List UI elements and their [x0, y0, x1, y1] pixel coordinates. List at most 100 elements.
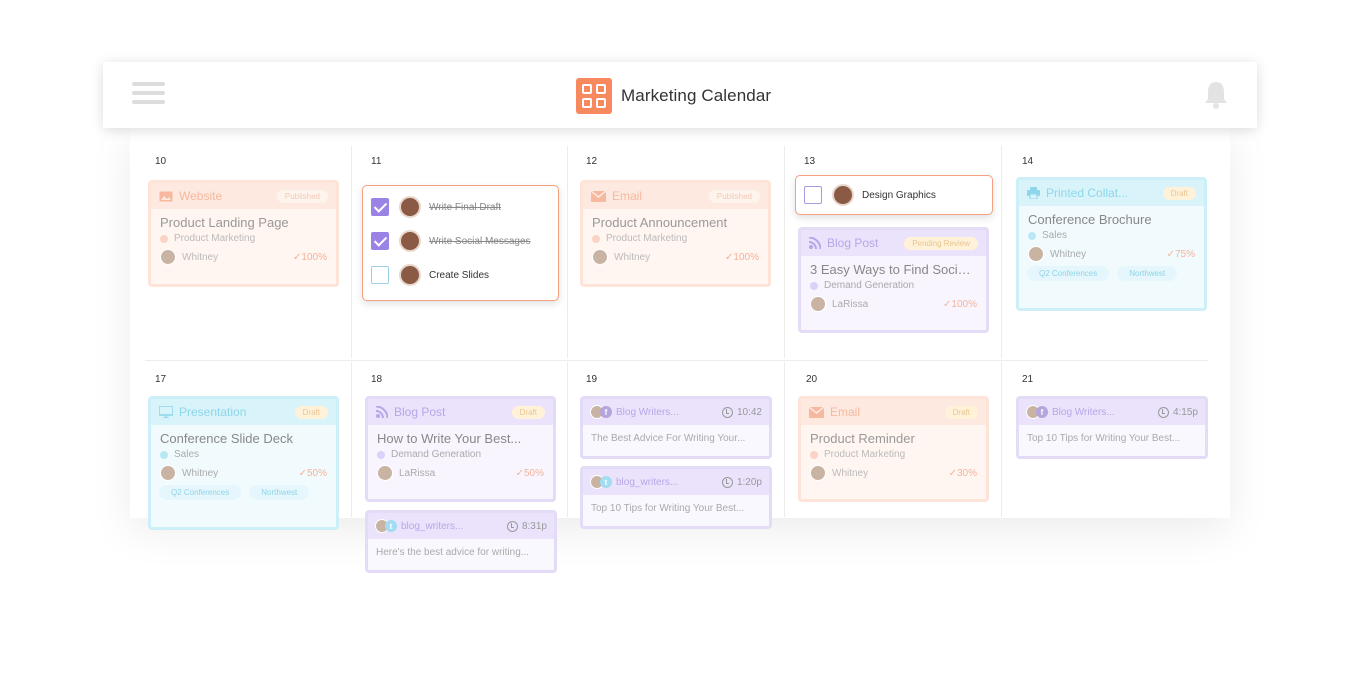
task-item[interactable]: Design Graphics	[796, 178, 992, 212]
day-number: 19	[586, 374, 598, 385]
status-badge: Draft	[1162, 186, 1196, 200]
avatar	[592, 249, 608, 265]
post-header: f Blog Writers... 10:42	[583, 399, 769, 425]
card-type: Printed Collat...	[1046, 186, 1129, 200]
day-number: 14	[1022, 156, 1034, 167]
progress-label: ✓30%	[948, 467, 977, 479]
post-text: Here's the best advice for writing...	[376, 547, 530, 558]
checkbox-unchecked[interactable]	[371, 266, 389, 284]
task-label: Write Social Messages	[429, 235, 531, 247]
post-header: t blog_writers... 1:20p	[583, 469, 769, 495]
owner-name: Whitney	[182, 467, 219, 479]
calendar-card-blog-post[interactable]: Blog Post Draft How to Write Your Best..…	[365, 396, 556, 502]
card-type: Email	[612, 189, 643, 203]
column-divider	[351, 362, 352, 517]
task-item[interactable]: Write Social Messages	[363, 224, 558, 258]
card-header: Blog Post Pending Review	[801, 230, 986, 256]
tag[interactable]: Northwest	[1117, 266, 1178, 281]
printer-icon	[1027, 187, 1040, 199]
post-header: t blog_writers... 8:31p	[368, 513, 554, 539]
card-team: Product Marketing	[160, 233, 327, 244]
checkbox-unchecked[interactable]	[804, 186, 822, 204]
avatar	[832, 184, 854, 206]
card-owner-row: Whitney ✓100%	[592, 249, 759, 265]
progress-label: ✓75%	[1166, 248, 1195, 260]
twitter-icon: t	[600, 476, 612, 488]
social-post-card[interactable]: f Blog Writers... 4:15p Top 10 Tips for …	[1016, 396, 1208, 459]
calendar-card-blog-post[interactable]: Blog Post Pending Review 3 Easy Ways to …	[798, 227, 989, 333]
task-label: Design Graphics	[862, 189, 936, 201]
task-list-card: Write Final Draft Write Social Messages …	[362, 185, 559, 301]
post-account: blog_writers...	[616, 476, 679, 488]
social-post-card[interactable]: t blog_writers... 8:31p Here's the best …	[365, 510, 557, 573]
calendar-card-email[interactable]: Email Draft Product Reminder Product Mar…	[798, 396, 989, 502]
team-dot-icon	[160, 234, 168, 243]
page-title: Marketing Calendar	[621, 86, 772, 105]
card-type: Presentation	[179, 405, 247, 419]
social-post-card[interactable]: t blog_writers... 1:20p Top 10 Tips for …	[580, 466, 772, 529]
task-list-card: Design Graphics	[795, 175, 993, 215]
card-team: Sales	[1028, 230, 1195, 241]
post-account: blog_writers...	[401, 520, 464, 532]
progress-label: ✓50%	[298, 467, 327, 479]
status-badge: Published	[276, 189, 328, 203]
calendar-card-email[interactable]: Email Published Product Announcement Pro…	[580, 180, 771, 287]
day-number: 10	[155, 156, 167, 167]
calendar-card-presentation[interactable]: Presentation Draft Conference Slide Deck…	[148, 396, 339, 530]
avatar	[810, 465, 826, 481]
avatar	[160, 249, 176, 265]
card-header: Email Draft	[801, 399, 986, 425]
calendar-card-website[interactable]: Website Published Product Landing Page P…	[148, 180, 339, 287]
progress-label: ✓100%	[725, 251, 759, 263]
day-number: 13	[804, 156, 816, 167]
avatar	[810, 296, 826, 312]
twitter-icon: t	[385, 520, 397, 532]
team-label: Sales	[1042, 230, 1068, 241]
card-team: Demand Generation	[377, 449, 544, 460]
day-number: 17	[155, 374, 167, 385]
owner-name: Whitney	[832, 467, 869, 479]
card-header: Printed Collat... Draft	[1019, 180, 1204, 206]
card-header: Email Published	[583, 183, 768, 209]
clock-icon	[1157, 406, 1169, 418]
team-dot-icon	[377, 450, 385, 459]
card-header: Website Published	[151, 183, 336, 209]
card-team: Product Marketing	[592, 233, 759, 244]
social-post-card[interactable]: f Blog Writers... 10:42 The Best Advice …	[580, 396, 772, 459]
post-time: 10:42	[736, 406, 762, 418]
row-divider	[145, 360, 1208, 361]
card-type: Blog Post	[394, 405, 446, 419]
status-badge: Pending Review	[904, 236, 978, 250]
card-title: Conference Slide Deck	[160, 431, 293, 446]
task-item[interactable]: Write Final Draft	[363, 190, 558, 224]
card-title: Conference Brochure	[1028, 212, 1152, 227]
hamburger-icon[interactable]	[132, 82, 165, 108]
day-number: 20	[806, 374, 818, 385]
day-number: 12	[586, 156, 598, 167]
team-dot-icon	[1028, 231, 1036, 240]
facebook-icon: f	[600, 406, 612, 418]
tag[interactable]: Q2 Conferences	[159, 485, 242, 500]
tag[interactable]: Northwest	[249, 485, 310, 500]
post-text: Top 10 Tips for Writing Your Best...	[591, 503, 745, 514]
column-divider	[351, 146, 352, 358]
owner-name: LaRissa	[832, 298, 869, 310]
presentation-icon	[159, 406, 173, 418]
checkbox-checked[interactable]	[371, 198, 389, 216]
task-item[interactable]: Create Slides	[363, 258, 558, 292]
avatar	[399, 230, 421, 252]
card-team: Sales	[160, 449, 327, 460]
card-title: 3 Easy Ways to Find Social...	[810, 262, 977, 277]
status-badge: Published	[708, 189, 760, 203]
tag-list: Q2 Conferences Northwest	[1019, 266, 1204, 286]
day-number: 11	[371, 156, 382, 167]
post-header: f Blog Writers... 4:15p	[1019, 399, 1205, 425]
day-number: 18	[371, 374, 383, 385]
checkbox-checked[interactable]	[371, 232, 389, 250]
bell-icon[interactable]	[1203, 80, 1229, 110]
team-label: Demand Generation	[391, 449, 482, 460]
tag[interactable]: Q2 Conferences	[1027, 266, 1110, 281]
card-owner-row: Whitney ✓30%	[810, 465, 977, 481]
task-label: Create Slides	[429, 269, 490, 281]
calendar-card-printed-collateral[interactable]: Printed Collat... Draft Conference Broch…	[1016, 177, 1207, 311]
